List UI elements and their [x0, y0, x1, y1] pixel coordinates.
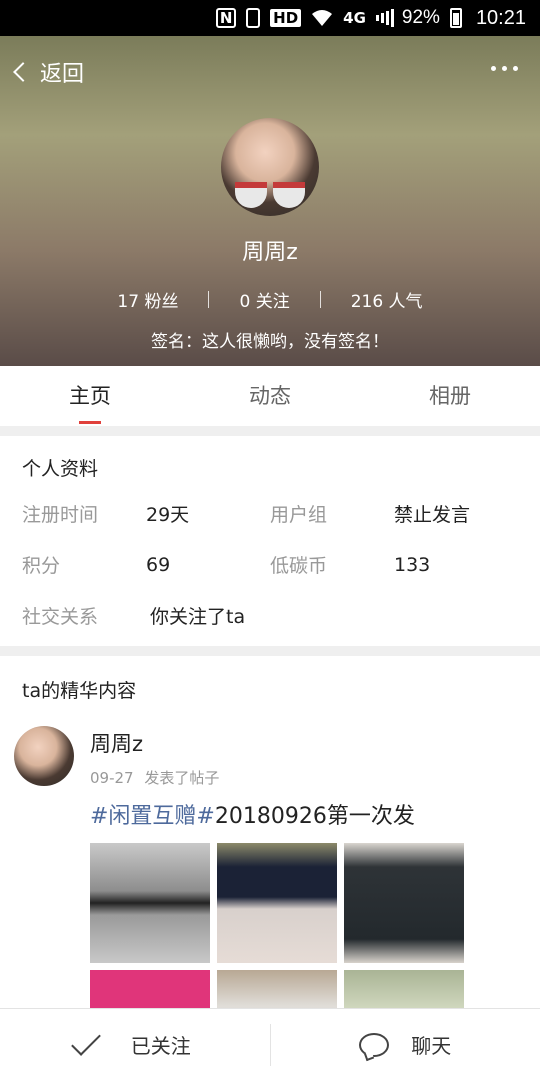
wifi-icon	[311, 9, 333, 27]
popularity-stat: 216 人气	[350, 292, 423, 312]
post-title-text: 20180926第一次发	[214, 804, 415, 829]
vibrate-icon	[246, 8, 261, 28]
network-type: 4G	[343, 9, 366, 27]
more-dots-icon	[491, 66, 496, 71]
tab-home[interactable]: 主页	[0, 366, 180, 426]
signal-icon	[375, 9, 394, 27]
user-group-value: 禁止发言	[394, 504, 471, 526]
chat-button[interactable]: 聊天	[271, 1009, 540, 1080]
check-icon	[70, 1025, 101, 1056]
post-image-grid	[90, 843, 464, 1008]
back-label: 返回	[40, 62, 85, 87]
social-value: 你关注了ta	[150, 606, 246, 628]
signature: 签名：这人很懒哟，没有签名！	[151, 332, 389, 352]
more-options-button[interactable]	[491, 66, 518, 71]
post-date: 09-27	[90, 769, 134, 787]
post-image[interactable]	[90, 970, 210, 1008]
battery-icon	[449, 8, 462, 28]
profile-info-title: 个人资料	[22, 458, 99, 480]
battery-percent: 92%	[401, 7, 440, 28]
hd-icon: HD	[270, 9, 302, 27]
status-bar: N HD 4G 92% 10:21	[0, 0, 540, 36]
points-value: 69	[146, 553, 171, 576]
tab-activity[interactable]: 动态	[180, 366, 360, 426]
avatar[interactable]	[221, 118, 319, 216]
info-row: 积分 69 低碳币 133	[22, 539, 518, 590]
tab-bar: 主页 动态 相册	[0, 366, 540, 426]
featured-content-card: ta的精华内容 周周z 09-27 发表了帖子 #闲置互赠#20180926第一…	[0, 656, 540, 1008]
back-button[interactable]: 返回	[10, 56, 84, 88]
following-label: 已关注	[130, 1034, 191, 1058]
register-time-label: 注册时间	[22, 504, 99, 526]
followers-stat[interactable]: 17 粉丝	[87, 287, 208, 312]
nfc-icon: N	[216, 8, 237, 28]
profile-header: 返回 周周z 17 粉丝 0 关注 216 人气 签名：这人很懒哟，没有签名！	[0, 36, 540, 366]
chat-label: 聊天	[411, 1034, 452, 1058]
social-label: 社交关系	[22, 606, 99, 628]
register-time-value: 29天	[146, 504, 190, 526]
coins-label: 低碳币	[270, 555, 328, 577]
post-tag[interactable]: #闲置互赠#	[90, 804, 215, 829]
post-image[interactable]	[344, 970, 464, 1008]
info-row: 社交关系 你关注了ta	[22, 590, 518, 641]
following-button[interactable]: 已关注	[0, 1009, 270, 1080]
chat-bubble-icon	[359, 1032, 390, 1057]
points-label: 积分	[22, 555, 61, 577]
clock: 10:21	[475, 6, 526, 29]
profile-info-card: 个人资料 注册时间 29天 用户组 禁止发言 积分 69 低碳币 133 社交关…	[0, 436, 540, 646]
post-action: 发表了帖子	[144, 769, 220, 787]
tab-album[interactable]: 相册	[360, 366, 540, 426]
post-title[interactable]: #闲置互赠#20180926第一次发	[90, 798, 415, 830]
user-group-label: 用户组	[270, 504, 328, 526]
post-author[interactable]: 周周z	[90, 728, 143, 758]
profile-name: 周周z	[242, 240, 298, 265]
chevron-left-icon	[13, 62, 33, 82]
post-image[interactable]	[217, 970, 337, 1008]
post-meta: 09-27 发表了帖子	[90, 767, 219, 788]
post-image[interactable]	[217, 843, 337, 963]
featured-title: ta的精华内容	[22, 680, 137, 702]
post-image[interactable]	[90, 843, 210, 963]
bottom-action-bar: 已关注 聊天	[0, 1008, 540, 1080]
stats-row: 17 粉丝 0 关注 216 人气	[0, 287, 540, 312]
info-row: 注册时间 29天 用户组 禁止发言	[22, 488, 518, 539]
coins-value: 133	[394, 553, 431, 576]
post-image[interactable]	[344, 843, 464, 963]
following-stat[interactable]: 0 关注	[209, 287, 319, 312]
post-avatar[interactable]	[14, 726, 74, 786]
